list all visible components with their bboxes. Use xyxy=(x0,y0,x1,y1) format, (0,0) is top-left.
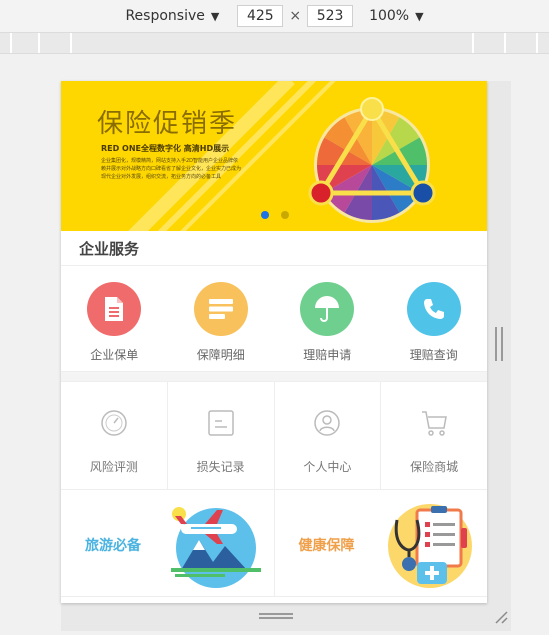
banner-subtitle: RED ONE全程数字化 高清HD展示 xyxy=(101,144,230,153)
service-item-claim[interactable]: 理赔申请 xyxy=(274,266,381,371)
resize-height-handle[interactable] xyxy=(259,613,293,619)
resize-corner-icon[interactable] xyxy=(493,609,509,625)
tool-item-mall[interactable]: 保险商城 xyxy=(381,382,487,489)
document-icon xyxy=(87,282,142,336)
health-kit-illustration-icon xyxy=(387,504,472,588)
note-icon xyxy=(207,410,234,436)
service-label: 理赔查询 xyxy=(409,348,458,362)
service-item-policy[interactable]: 企业保单 xyxy=(61,266,168,371)
tool-item-loss[interactable]: 损失记录 xyxy=(168,382,275,489)
section-title: 企业服务 xyxy=(61,231,487,266)
dimension-separator: × xyxy=(289,8,302,24)
viewport-height-input[interactable]: 523 xyxy=(307,5,354,27)
media-query-ruler[interactable] xyxy=(0,32,549,54)
tool-label: 个人中心 xyxy=(303,460,352,474)
tool-label: 风险评测 xyxy=(89,460,138,474)
tool-item-profile[interactable]: 个人中心 xyxy=(275,382,382,489)
cart-icon xyxy=(422,411,448,436)
promo-label: 旅游必备 xyxy=(85,538,141,554)
carousel-dot[interactable] xyxy=(281,211,289,219)
resize-width-handle[interactable] xyxy=(495,327,503,361)
device-viewport: 保险促销季 RED ONE全程数字化 高清HD展示 企业集团化，规模精简，网站支… xyxy=(61,81,487,603)
tool-label: 损失记录 xyxy=(196,460,245,474)
phone-icon xyxy=(406,282,461,336)
zoom-label: 100% xyxy=(369,8,410,24)
carousel-dot-active[interactable] xyxy=(261,211,269,219)
chevron-down-icon: ▼ xyxy=(415,9,424,23)
color-wheel-icon xyxy=(308,97,436,223)
service-grid: 企业保单 保障明细 理赔申请 理赔查询 xyxy=(61,266,487,372)
service-label: 理赔申请 xyxy=(303,348,352,362)
promo-banner[interactable]: 保险促销季 RED ONE全程数字化 高清HD展示 企业集团化，规模精简，网站支… xyxy=(61,81,487,231)
viewport-width-input[interactable]: 425 xyxy=(237,5,284,27)
banner-description: 企业集团化，规模精简，网站支持入手2D智能用户企业品牌依赖并展示对外战略方向口碑… xyxy=(101,158,242,180)
chevron-down-icon: ▼ xyxy=(210,9,220,23)
promo-label: 健康保障 xyxy=(298,538,355,554)
service-item-query[interactable]: 理赔查询 xyxy=(381,266,488,371)
gauge-icon xyxy=(101,410,127,436)
airplane-illustration-icon xyxy=(171,507,261,588)
carousel-indicators xyxy=(261,211,289,219)
zoom-select[interactable]: 100% ▼ xyxy=(369,8,424,24)
user-icon xyxy=(314,410,341,436)
service-item-coverage[interactable]: 保障明细 xyxy=(168,266,275,371)
promo-row: 旅游必备 健康保障 xyxy=(61,490,487,597)
banner-title: 保险促销季 xyxy=(97,109,238,139)
tool-label: 保险商城 xyxy=(410,460,459,474)
promo-travel[interactable]: 旅游必备 xyxy=(61,490,275,596)
device-mode-label: Responsive xyxy=(125,8,205,24)
promo-health[interactable]: 健康保障 xyxy=(275,490,488,596)
devtools-toolbar: Responsive ▼ 425 × 523 100% ▼ xyxy=(0,0,549,32)
umbrella-icon xyxy=(300,282,355,336)
service-label: 保障明细 xyxy=(196,348,245,362)
tool-grid: 风险评测 损失记录 个人中心 保险商城 xyxy=(61,382,487,490)
tool-item-risk[interactable]: 风险评测 xyxy=(61,382,168,489)
device-mode-select[interactable]: Responsive ▼ xyxy=(125,8,219,24)
section-divider xyxy=(61,372,487,382)
service-label: 企业保单 xyxy=(90,348,139,362)
list-icon xyxy=(193,282,248,336)
